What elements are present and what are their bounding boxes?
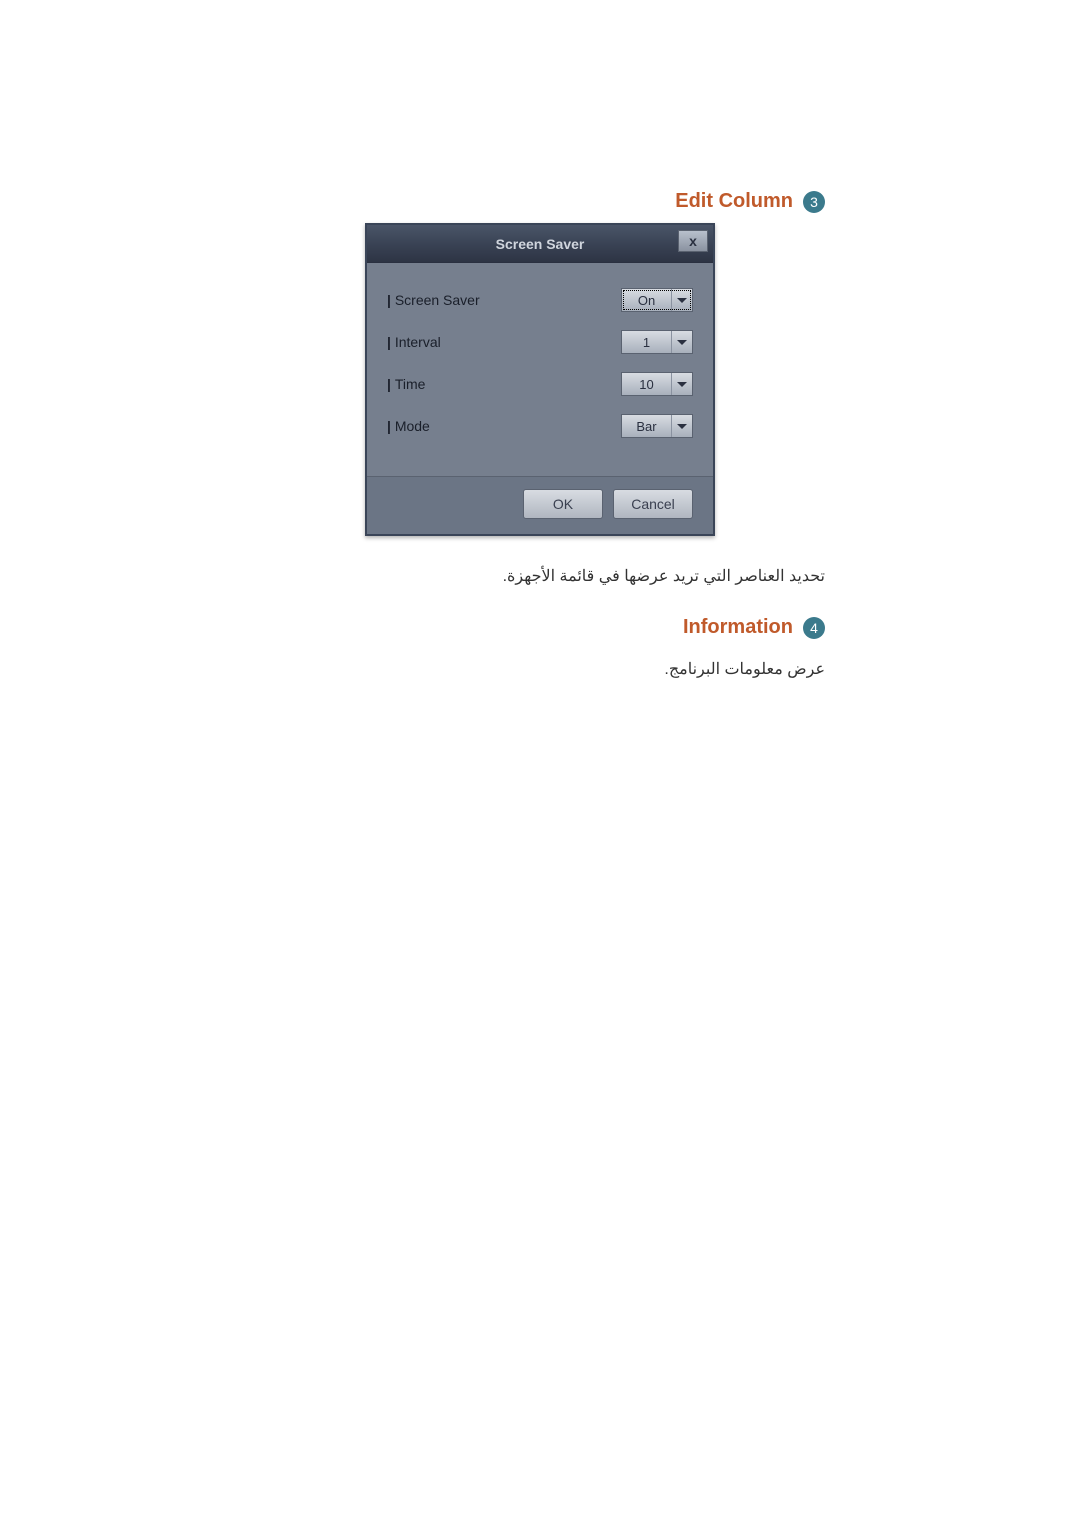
chevron-down-icon (672, 415, 692, 437)
row-interval: Interval 1 (387, 330, 693, 354)
row-screen-saver: Screen Saver On (387, 288, 693, 312)
dialog-titlebar: Screen Saver x (367, 225, 713, 263)
dialog-footer: OK Cancel (367, 476, 713, 534)
ok-button[interactable]: OK (523, 489, 603, 519)
dropdown-interval[interactable]: 1 (621, 330, 693, 354)
dropdown-time[interactable]: 10 (621, 372, 693, 396)
information-title: Information (683, 616, 793, 639)
cancel-button[interactable]: Cancel (613, 489, 693, 519)
dialog-title: Screen Saver (496, 236, 585, 252)
edit-column-header: Edit Column 3 (255, 190, 825, 213)
dropdown-mode[interactable]: Bar (621, 414, 693, 438)
dropdown-value-mode: Bar (622, 415, 672, 437)
dropdown-value-time: 10 (622, 373, 672, 395)
information-number: 4 (803, 617, 825, 639)
label-mode: Mode (387, 418, 430, 434)
chevron-down-icon (672, 289, 692, 311)
information-description: عرض معلومات البرنامج. (255, 659, 825, 679)
dropdown-value-screen-saver: On (622, 289, 672, 311)
chevron-down-icon (672, 331, 692, 353)
main-content: Edit Column 3 Screen Saver x Screen Save… (255, 190, 825, 709)
information-header: Information 4 (255, 616, 825, 639)
label-screen-saver: Screen Saver (387, 292, 480, 308)
dialog-body: Screen Saver On Interval 1 Time 10 (367, 263, 713, 476)
close-icon: x (689, 233, 697, 249)
edit-column-title: Edit Column (675, 190, 793, 213)
edit-column-number: 3 (803, 191, 825, 213)
label-interval: Interval (387, 334, 441, 350)
row-time: Time 10 (387, 372, 693, 396)
chevron-down-icon (672, 373, 692, 395)
edit-column-description: تحديد العناصر التي تريد عرضها في قائمة ا… (255, 566, 825, 586)
close-button[interactable]: x (678, 230, 708, 252)
dropdown-screen-saver[interactable]: On (621, 288, 693, 312)
label-time: Time (387, 376, 425, 392)
dropdown-value-interval: 1 (622, 331, 672, 353)
row-mode: Mode Bar (387, 414, 693, 438)
screen-saver-dialog: Screen Saver x Screen Saver On Interval … (365, 223, 715, 536)
